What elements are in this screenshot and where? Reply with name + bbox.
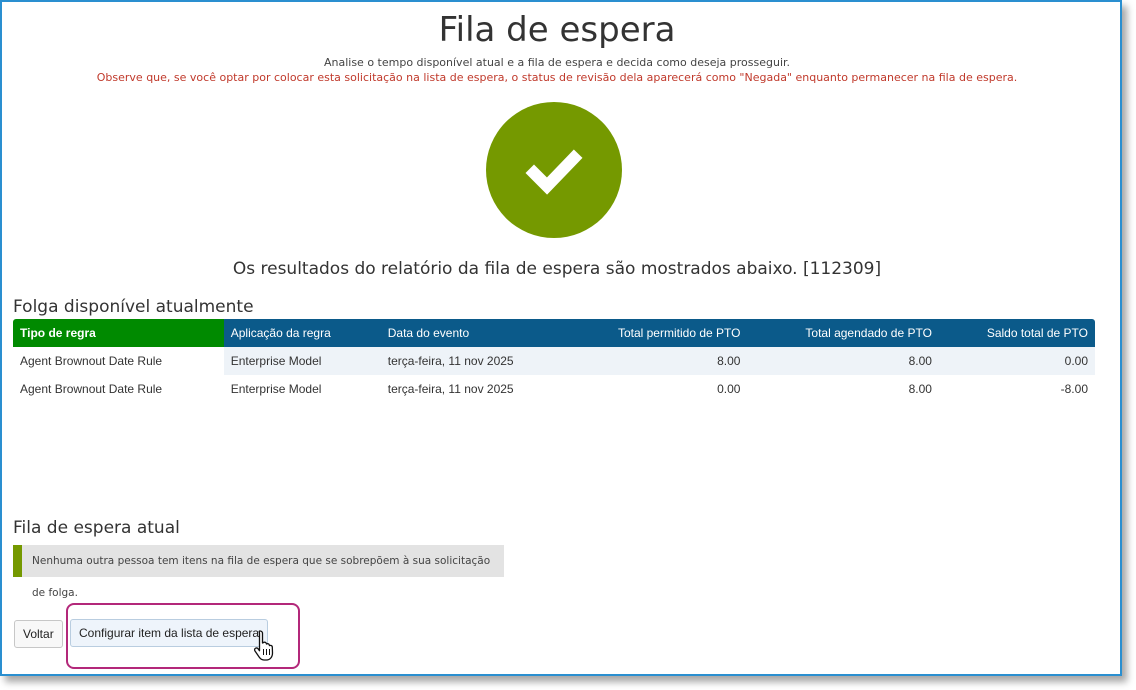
cell-pto-scheduled: 8.00 xyxy=(747,375,939,403)
col-rule-type[interactable]: Tipo de regra xyxy=(13,319,224,347)
configure-waitlist-button[interactable]: Configurar item da lista de espera xyxy=(70,619,269,647)
col-pto-allowed[interactable]: Total permitido de PTO xyxy=(557,319,748,347)
col-rule-application[interactable]: Aplicação da regra xyxy=(223,319,381,347)
col-pto-balance[interactable]: Saldo total de PTO xyxy=(938,319,1095,347)
queue-section-title: Fila de espera atual xyxy=(13,518,180,538)
results-message: Os resultados do relatório da fila de es… xyxy=(232,259,882,279)
check-icon xyxy=(525,149,583,195)
cell-rule-type: Agent Brownout Date Rule xyxy=(13,375,224,403)
table-header-row: Tipo de regra Aplicação da regra Data do… xyxy=(13,319,1095,347)
table-row: Agent Brownout Date Rule Enterprise Mode… xyxy=(13,375,1095,403)
queue-empty-message: Nenhuma outra pessoa tem itens na fila d… xyxy=(13,545,504,599)
cell-pto-balance: -8.00 xyxy=(938,375,1095,403)
col-pto-scheduled[interactable]: Total agendado de PTO xyxy=(747,319,939,347)
back-button[interactable]: Voltar xyxy=(14,620,63,648)
cell-pto-allowed: 0.00 xyxy=(557,375,748,403)
cell-pto-scheduled: 8.00 xyxy=(747,347,939,375)
success-badge xyxy=(486,102,622,238)
cell-rule-type: Agent Brownout Date Rule xyxy=(13,347,224,375)
available-pto-table: Tipo de regra Aplicação da regra Data do… xyxy=(13,319,1095,403)
cell-rule-application: Enterprise Model xyxy=(223,375,381,403)
cell-rule-application: Enterprise Model xyxy=(223,347,381,375)
cell-pto-allowed: 8.00 xyxy=(557,347,748,375)
cell-event-date: terça-feira, 11 nov 2025 xyxy=(380,347,558,375)
table-row: Agent Brownout Date Rule Enterprise Mode… xyxy=(13,347,1095,375)
col-event-date[interactable]: Data do evento xyxy=(380,319,558,347)
page-title: Fila de espera xyxy=(438,10,676,50)
available-section-title: Folga disponível atualmente xyxy=(13,297,254,317)
page-subtitle: Analise o tempo disponível atual e a fil… xyxy=(323,56,791,69)
hand-pointer-icon xyxy=(253,630,274,661)
waitlist-window: Fila de espera Analise o tempo disponíve… xyxy=(0,0,1122,676)
cell-event-date: terça-feira, 11 nov 2025 xyxy=(380,375,558,403)
waitlist-warning: Observe que, se você optar por colocar e… xyxy=(96,71,1018,84)
cell-pto-balance: 0.00 xyxy=(938,347,1095,375)
